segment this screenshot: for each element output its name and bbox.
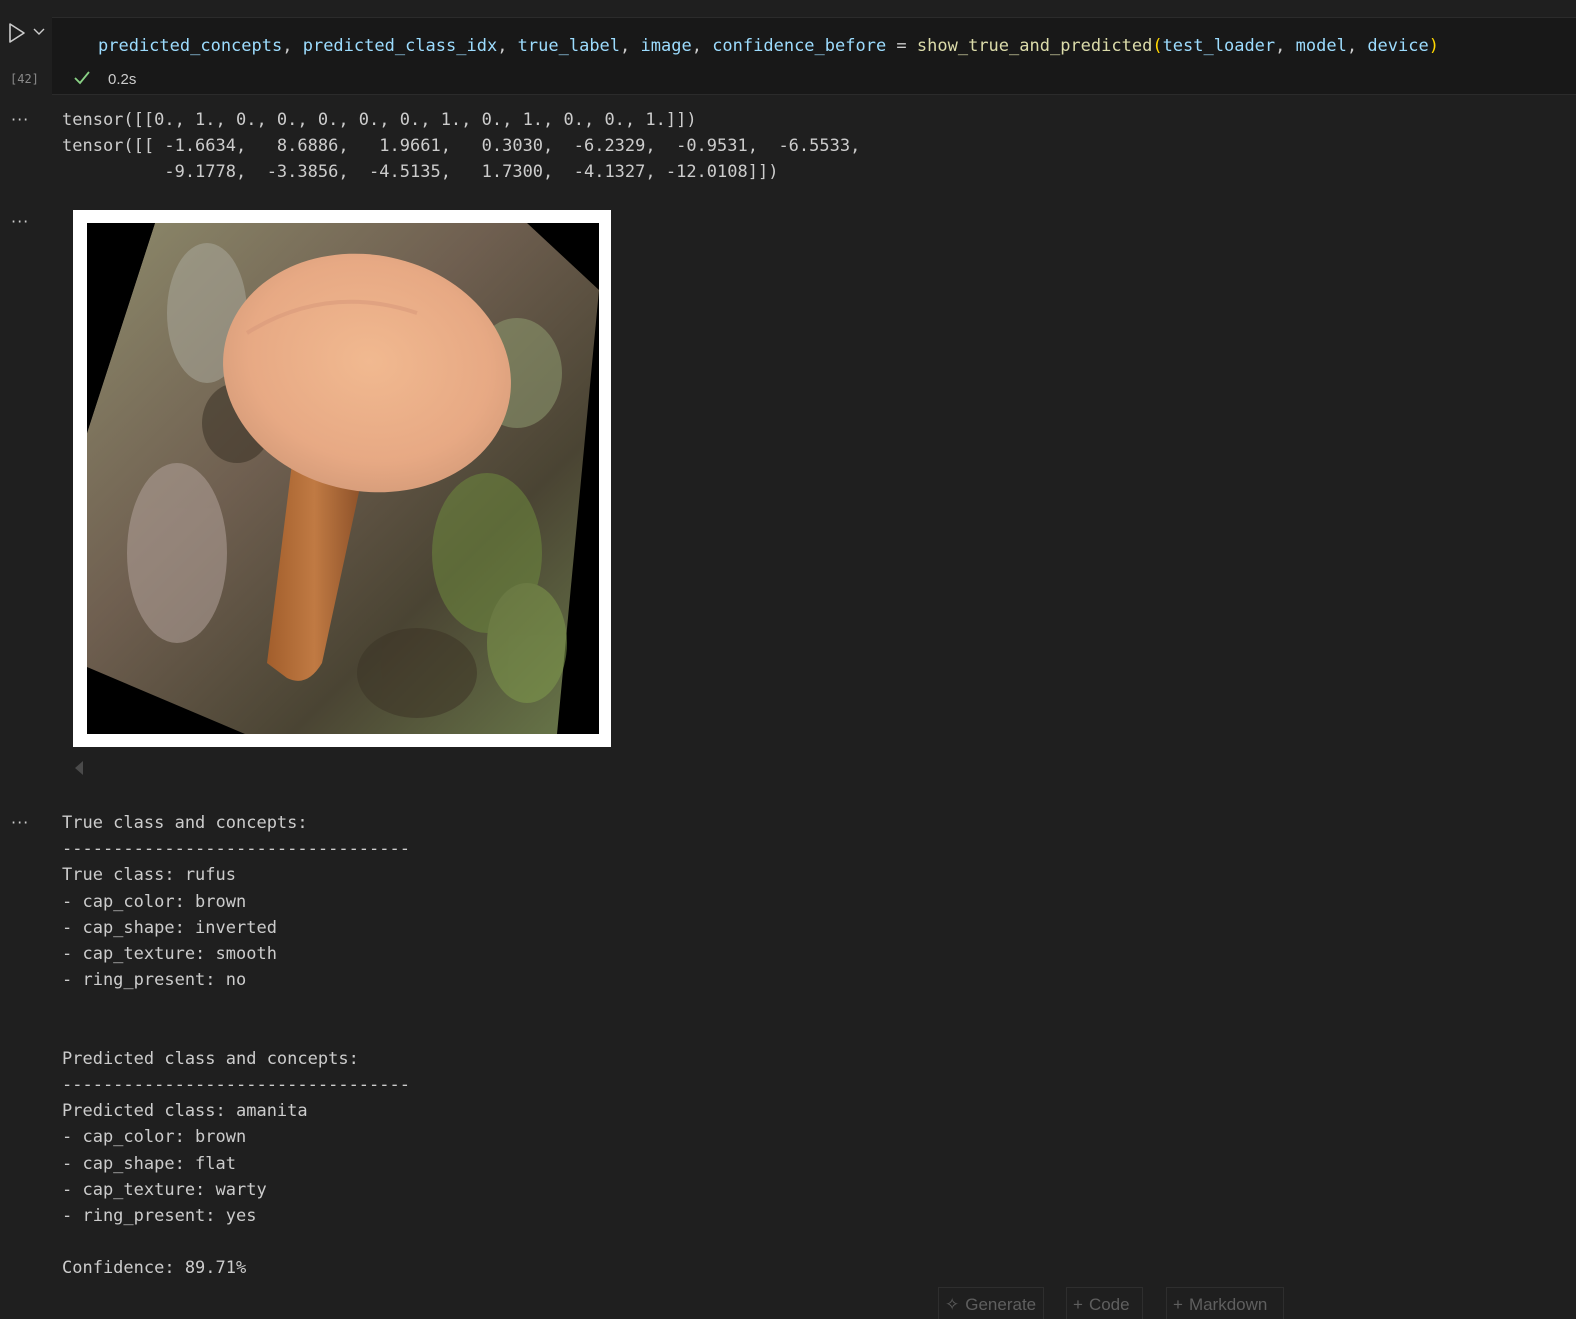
code-token: = [886, 36, 917, 56]
execution-time: 0.2s [108, 71, 137, 88]
code-token: confidence_before [712, 36, 887, 56]
code-token: test_loader [1162, 36, 1276, 56]
prediction-report: True class and concepts: ---------------… [62, 813, 410, 1279]
image-output [73, 210, 611, 747]
scroll-left-icon[interactable] [73, 760, 85, 776]
code-token: ) [1428, 36, 1439, 56]
code-token: image [640, 36, 692, 56]
code-token: model [1295, 36, 1347, 56]
code-token: device [1367, 36, 1429, 56]
output-menu-icon[interactable]: ··· [11, 212, 29, 231]
code-token: , [282, 36, 303, 56]
code-token: , [620, 36, 641, 56]
code-token: predicted_concepts [98, 36, 283, 56]
code-token: predicted_class_idx [302, 36, 498, 56]
sparkle-icon: ✧ [945, 1295, 960, 1314]
code-label: Code [1088, 1295, 1130, 1314]
tensor-output: tensor([[0., 1., 0., 0., 0., 0., 0., 1.,… [62, 110, 861, 183]
generate-button[interactable]: ✧ Generate [938, 1287, 1044, 1319]
output-menu-icon[interactable]: ··· [11, 110, 29, 129]
markdown-label: Markdown [1188, 1295, 1268, 1314]
code-token: , [1275, 36, 1296, 56]
generate-label: Generate [965, 1295, 1037, 1314]
output-menu-icon[interactable]: ··· [11, 813, 29, 832]
mushroom-image [87, 223, 599, 734]
code-token: , [1346, 36, 1368, 56]
code-token: show_true_and_predicted [916, 36, 1153, 56]
code-cell-editor[interactable] [52, 17, 1576, 95]
plus-icon: + [1073, 1295, 1083, 1314]
add-markdown-cell-button[interactable]: + Markdown [1166, 1287, 1284, 1319]
add-code-cell-button[interactable]: + Code [1066, 1287, 1143, 1319]
chevron-down-icon[interactable] [33, 27, 45, 37]
run-cell-icon[interactable] [6, 22, 28, 44]
execution-count: [42] [10, 72, 39, 86]
plus-icon: + [1173, 1295, 1183, 1314]
check-icon [74, 71, 90, 85]
code-token: true_label [517, 36, 621, 56]
code-token: ( [1152, 36, 1163, 56]
code-line[interactable]: predicted_concepts, predicted_class_idx,… [98, 36, 1439, 56]
code-token: , [691, 36, 713, 56]
code-token: , [497, 36, 518, 56]
